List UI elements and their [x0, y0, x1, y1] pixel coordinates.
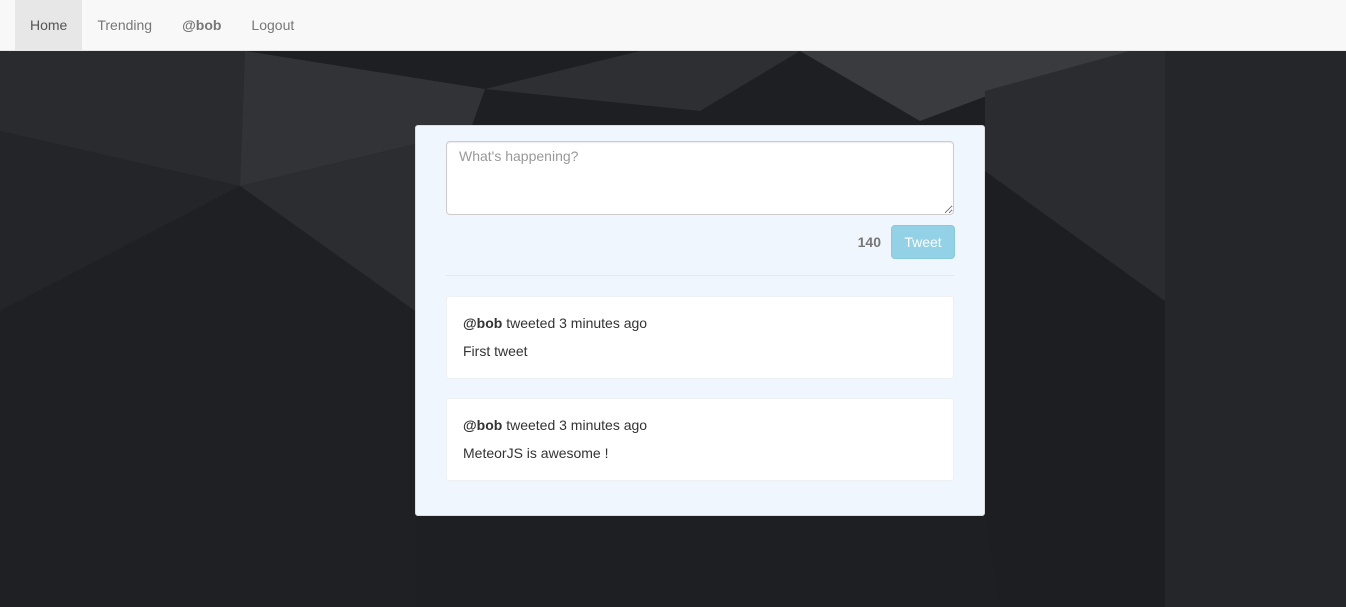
timeline-card: 140 Tweet @bob tweeted 3 minutes ago Fir…: [415, 125, 985, 516]
tweet-list: @bob tweeted 3 minutes ago First tweet @…: [446, 296, 954, 500]
tweet-timestamp: tweeted 3 minutes ago: [506, 417, 648, 433]
nav-link-logout[interactable]: Logout: [236, 0, 309, 50]
composer-actions: 140 Tweet: [858, 225, 955, 259]
char-counter: 140: [857, 234, 881, 250]
tweet-meta: @bob tweeted 3 minutes ago: [463, 315, 937, 331]
tweet-timestamp: tweeted 3 minutes ago: [506, 315, 648, 331]
tweet-author[interactable]: @bob: [463, 315, 502, 331]
tweet-item: @bob tweeted 3 minutes ago MeteorJS is a…: [446, 398, 954, 481]
nav-list: Home Trending @bob Logout: [15, 0, 309, 50]
nav-item-logout[interactable]: Logout: [236, 0, 309, 50]
tweet-text: MeteorJS is awesome !: [463, 445, 609, 461]
top-navbar: Home Trending @bob Logout: [0, 0, 1346, 51]
nav-link-home[interactable]: Home: [15, 0, 83, 50]
tweet-composer: 140 Tweet: [446, 141, 955, 259]
nav-link-profile[interactable]: @bob: [167, 0, 236, 50]
tweet-item: @bob tweeted 3 minutes ago First tweet: [446, 296, 954, 379]
nav-item-profile[interactable]: @bob: [167, 0, 236, 50]
nav-item-home[interactable]: Home: [15, 0, 83, 50]
tweet-input[interactable]: [446, 141, 954, 215]
tweet-text: First tweet: [463, 343, 528, 359]
nav-link-trending[interactable]: Trending: [82, 0, 167, 50]
tweet-button[interactable]: Tweet: [891, 225, 955, 259]
nav-item-trending[interactable]: Trending: [82, 0, 167, 50]
tweet-meta: @bob tweeted 3 minutes ago: [463, 417, 937, 433]
tweet-author[interactable]: @bob: [463, 417, 502, 433]
divider: [446, 275, 954, 276]
